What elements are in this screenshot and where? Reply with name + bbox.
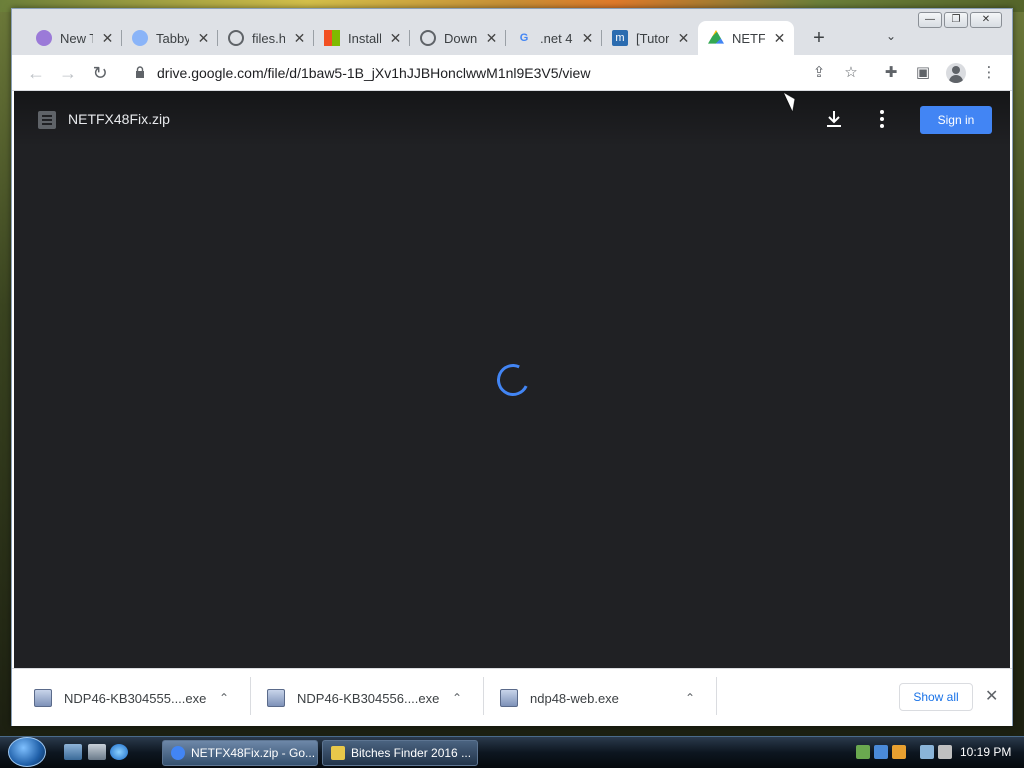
switch-windows-icon[interactable] xyxy=(88,744,106,760)
url-text: drive.google.com/file/d/1baw5-1B_jXv1hJJ… xyxy=(157,65,591,81)
tab-strip: New Tab ✕ Tabby ✕ files.hackers.tld ✕ In… xyxy=(12,9,1012,55)
m-icon: m xyxy=(612,30,628,46)
close-window-button[interactable]: ✕ xyxy=(970,12,1002,28)
new-tab-button[interactable]: + xyxy=(807,26,831,50)
extensions-icon[interactable]: ✚ xyxy=(880,62,902,84)
drive-file-viewer: NETFX48Fix.zip Sign in xyxy=(14,91,1010,668)
tab-label: NETFX48Fix.zip xyxy=(732,30,765,46)
volume-muted-icon[interactable] xyxy=(938,745,952,759)
maximize-button[interactable]: ❐ xyxy=(944,12,968,28)
forward-icon[interactable]: → xyxy=(56,61,80,85)
viewer-header: NETFX48Fix.zip Sign in xyxy=(14,91,1010,147)
chevron-up-icon[interactable]: ⌃ xyxy=(447,691,467,705)
show-all-downloads-button[interactable]: Show all xyxy=(899,683,973,711)
download-item[interactable]: ndp48-web.exe ⌃ xyxy=(478,679,700,717)
taskbar-clock: 10:19 PM xyxy=(960,745,1012,759)
google-icon: G xyxy=(519,32,529,44)
browser-toolbar: ← → ↻ drive.google.com/file/d/1baw5-1B_j… xyxy=(12,55,1012,91)
taskbar-item-chrome[interactable]: NETFX48Fix.zip - Go... xyxy=(162,740,318,766)
menu-kebab-icon[interactable]: ⋮ xyxy=(978,62,1000,84)
folder-icon xyxy=(331,746,345,760)
shield-icon[interactable] xyxy=(892,745,906,759)
tab-label: Tabby xyxy=(156,30,189,46)
tab-new-tab[interactable]: New Tab ✕ xyxy=(26,21,122,55)
new-tab-favicon-icon xyxy=(36,30,52,46)
tab-close-icon[interactable]: ✕ xyxy=(389,30,402,47)
tab-label: Download xyxy=(444,30,477,46)
taskbar-item-label: Bitches Finder 2016 ... xyxy=(351,746,472,760)
more-options-icon[interactable] xyxy=(870,107,894,131)
reload-icon[interactable]: ↻ xyxy=(88,61,112,85)
tab-label: Install xyxy=(348,30,381,46)
installer-file-icon xyxy=(34,689,52,707)
microsoft-icon xyxy=(324,30,340,46)
taskbar-item-folder[interactable]: Bitches Finder 2016 ... xyxy=(322,740,478,766)
tab-netfx48fix[interactable]: NETFX48Fix.zip ✕ xyxy=(698,21,794,55)
show-desktop-icon[interactable] xyxy=(64,744,82,760)
tab-close-icon[interactable]: ✕ xyxy=(773,30,786,47)
tab-label: files.hackers.tld xyxy=(252,30,285,46)
start-button[interactable] xyxy=(8,737,46,767)
tab-tabby[interactable]: Tabby ✕ xyxy=(122,21,218,55)
download-filename: NDP46-KB304555....exe xyxy=(64,690,207,706)
minimize-button[interactable]: — xyxy=(918,12,942,28)
chevron-up-icon[interactable]: ⌃ xyxy=(680,691,700,705)
side-panel-icon[interactable]: ▣ xyxy=(912,62,934,84)
tab-search-icon[interactable]: ⌄ xyxy=(886,29,896,43)
tab-close-icon[interactable]: ✕ xyxy=(293,30,306,47)
share-icon[interactable]: ⇪ xyxy=(809,63,829,83)
download-shelf: NDP46-KB304555....exe ⌃ NDP46-KB304556..… xyxy=(12,668,1012,726)
taskbar-item-label: NETFX48Fix.zip - Go... xyxy=(191,746,316,760)
bookmark-star-icon[interactable]: ☆ xyxy=(841,63,861,83)
sign-in-button[interactable]: Sign in xyxy=(920,106,992,134)
globe-icon xyxy=(420,30,436,46)
back-icon[interactable]: ← xyxy=(24,61,48,85)
profile-avatar-icon[interactable] xyxy=(946,63,966,83)
installer-file-icon xyxy=(500,689,518,707)
loading-spinner-icon xyxy=(492,359,534,401)
tabby-favicon-icon xyxy=(132,30,148,46)
chrome-icon xyxy=(171,746,185,760)
system-tray xyxy=(856,736,952,768)
tab-label: .net 4 xyxy=(540,30,573,46)
tab-label: New Tab xyxy=(60,30,93,46)
globe-icon xyxy=(228,30,244,46)
installer-file-icon xyxy=(267,689,285,707)
download-item[interactable]: NDP46-KB304555....exe ⌃ xyxy=(12,679,234,717)
tab-tutorial[interactable]: m [Tutorial] ✕ xyxy=(602,21,698,55)
tab-net4[interactable]: G .net 4 ✕ xyxy=(506,21,602,55)
tab-close-icon[interactable]: ✕ xyxy=(197,30,210,47)
tab-close-icon[interactable]: ✕ xyxy=(581,30,594,47)
display-icon[interactable] xyxy=(874,745,888,759)
chevron-up-icon[interactable]: ⌃ xyxy=(214,691,234,705)
connection-icon[interactable] xyxy=(920,745,934,759)
tab-close-icon[interactable]: ✕ xyxy=(101,30,114,47)
lock-icon xyxy=(136,66,144,78)
google-drive-icon xyxy=(708,30,724,44)
tab-install[interactable]: Install ✕ xyxy=(314,21,410,55)
download-filename: NDP46-KB304556....exe xyxy=(297,690,440,706)
download-item[interactable]: NDP46-KB304556....exe ⌃ xyxy=(245,679,467,717)
tab-close-icon[interactable]: ✕ xyxy=(485,30,498,47)
tab-label: [Tutorial] xyxy=(636,30,669,46)
address-bar[interactable]: drive.google.com/file/d/1baw5-1B_jXv1hJJ… xyxy=(125,59,871,87)
network-icon[interactable] xyxy=(856,745,870,759)
browser-window: New Tab ✕ Tabby ✕ files.hackers.tld ✕ In… xyxy=(11,8,1013,726)
window-controls: — ❐ ✕ xyxy=(918,12,1002,28)
tab-files[interactable]: files.hackers.tld ✕ xyxy=(218,21,314,55)
tab-download[interactable]: Download ✕ xyxy=(410,21,506,55)
download-filename: ndp48-web.exe xyxy=(530,690,619,706)
tab-close-icon[interactable]: ✕ xyxy=(677,30,690,47)
archive-file-icon xyxy=(38,111,56,129)
internet-explorer-icon[interactable] xyxy=(110,744,128,760)
close-shelf-icon[interactable]: ✕ xyxy=(985,686,998,706)
file-name: NETFX48Fix.zip xyxy=(68,111,170,127)
download-icon[interactable] xyxy=(822,107,846,131)
